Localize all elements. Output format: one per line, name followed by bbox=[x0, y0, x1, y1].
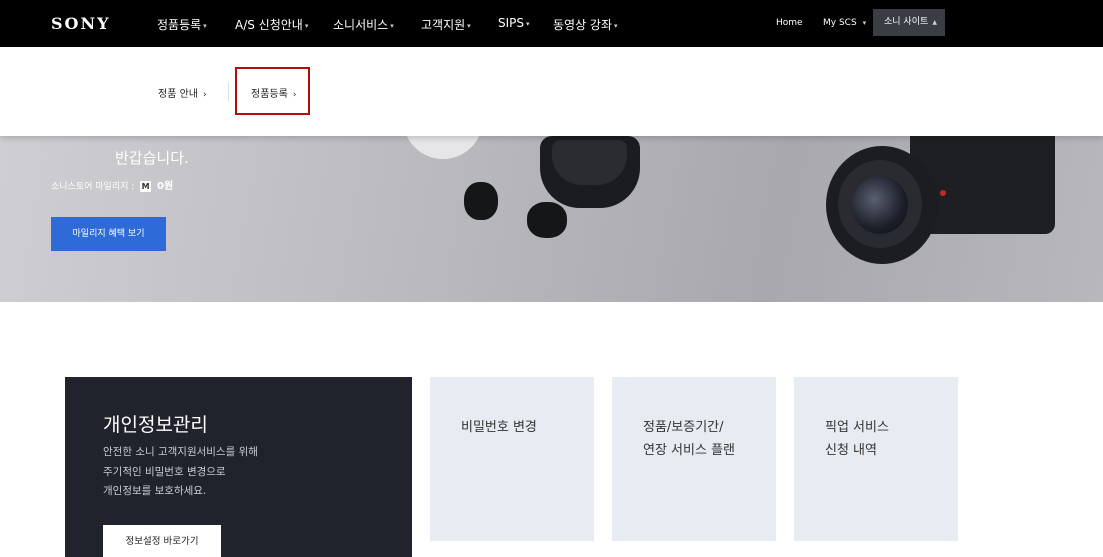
privacy-card-title: 개인정보관리 bbox=[103, 414, 208, 436]
description-line: 주기적인 비밀번호 변경으로 bbox=[103, 465, 226, 478]
chevron-down-icon: ▾ bbox=[614, 21, 618, 30]
top-navigation: SONY 정품등록 ▾ A/S 신청안내 ▾ 소니서비스 ▾ 고객지원 ▾ SIPS ▾ … bbox=[0, 0, 1103, 47]
chevron-down-icon: ▾ bbox=[203, 21, 207, 30]
menu-label: 동영상 강좌 bbox=[553, 18, 613, 32]
privacy-settings-button[interactable]: 정보설정 바로가기 bbox=[103, 525, 221, 557]
lens-mark bbox=[940, 190, 946, 196]
mileage-label: 소니스토어 마일리지 : bbox=[51, 182, 135, 192]
card-label: 정품/보증기간/ 연장 서비스 플랜 bbox=[643, 420, 735, 458]
breadcrumb-item-product-info[interactable]: 정품 안내 › bbox=[158, 85, 207, 100]
breadcrumb-divider bbox=[228, 82, 229, 101]
chevron-down-icon: ▾ bbox=[526, 19, 530, 28]
breadcrumb: 정품 안내 › 정품등록 › bbox=[0, 47, 1103, 136]
mileage-benefit-button[interactable]: 마일리지 혜택 보기 bbox=[51, 217, 166, 251]
chevron-down-icon: ▾ bbox=[862, 18, 867, 27]
hero-banner: 반갑습니다. 소니스토어 마일리지 : M 0원 마일리지 혜택 보기 bbox=[0, 136, 1103, 302]
my-scs-label: My SCS bbox=[823, 18, 857, 28]
card-label: 비밀번호 변경 bbox=[461, 420, 537, 435]
chevron-down-icon: ▾ bbox=[304, 21, 309, 30]
card-label: 픽업 서비스 신청 내역 bbox=[825, 420, 889, 458]
chevron-right-icon: › bbox=[202, 90, 207, 100]
privacy-management-card: 개인정보관리 안전한 소니 고객지원서비스를 위해 주기적인 비밀번호 변경으로… bbox=[65, 377, 412, 557]
sony-logo[interactable]: SONY bbox=[51, 14, 111, 33]
menu-label: SIPS bbox=[498, 16, 525, 30]
pickup-service-card[interactable]: 픽업 서비스 신청 내역 bbox=[794, 377, 958, 541]
earbuds-case-lid-image bbox=[403, 136, 483, 159]
home-link[interactable]: Home bbox=[776, 18, 803, 28]
sony-site-label: 소니 사이트 bbox=[884, 17, 929, 27]
mileage-info: 소니스토어 마일리지 : M 0원 bbox=[51, 177, 173, 192]
menu-label: A/S 신청안내 bbox=[235, 18, 303, 32]
menu-label: 고객지원 bbox=[421, 18, 466, 32]
breadcrumb-label: 정품 안내 bbox=[158, 89, 198, 100]
description-line: 개인정보를 보호하세요. bbox=[103, 485, 207, 497]
hero-greeting: 반갑습니다. bbox=[115, 149, 189, 167]
menu-label: 소니서비스 bbox=[333, 18, 389, 32]
description-line: 안전한 소니 고객지원서비스를 위해 bbox=[103, 446, 258, 458]
sony-site-button[interactable]: 소니 사이트 ▲ bbox=[873, 9, 945, 36]
earbud-image bbox=[464, 182, 498, 220]
mileage-value: 0원 bbox=[157, 181, 174, 192]
menu-product-registration[interactable]: 정품등록 ▾ bbox=[157, 16, 207, 33]
password-change-card[interactable]: 비밀번호 변경 bbox=[430, 377, 594, 541]
menu-sips[interactable]: SIPS ▾ bbox=[498, 16, 530, 30]
menu-customer-support[interactable]: 고객지원 ▾ bbox=[421, 16, 471, 33]
earbud-image bbox=[527, 202, 567, 238]
privacy-card-description: 안전한 소니 고객지원서비스를 위해 주기적인 비밀번호 변경으로 개인정보를 … bbox=[103, 443, 258, 502]
menu-sony-service[interactable]: 소니서비스 ▾ bbox=[333, 16, 394, 33]
menu-as-guide[interactable]: A/S 신청안내 ▾ bbox=[235, 16, 308, 33]
earbuds-case-inner bbox=[552, 140, 627, 185]
camera-lens-glass bbox=[852, 176, 908, 234]
chevron-down-icon: ▾ bbox=[390, 21, 394, 30]
mileage-m-icon: M bbox=[140, 181, 152, 192]
menu-video-lectures[interactable]: 동영상 강좌 ▾ bbox=[553, 16, 618, 33]
chevron-up-icon: ▲ bbox=[932, 19, 937, 26]
my-scs-link[interactable]: My SCS ▾ bbox=[823, 18, 866, 28]
warranty-plan-card[interactable]: 정품/보증기간/ 연장 서비스 플랜 bbox=[612, 377, 776, 541]
highlight-box bbox=[235, 67, 310, 115]
menu-label: 정품등록 bbox=[157, 18, 202, 32]
chevron-down-icon: ▾ bbox=[467, 21, 471, 30]
